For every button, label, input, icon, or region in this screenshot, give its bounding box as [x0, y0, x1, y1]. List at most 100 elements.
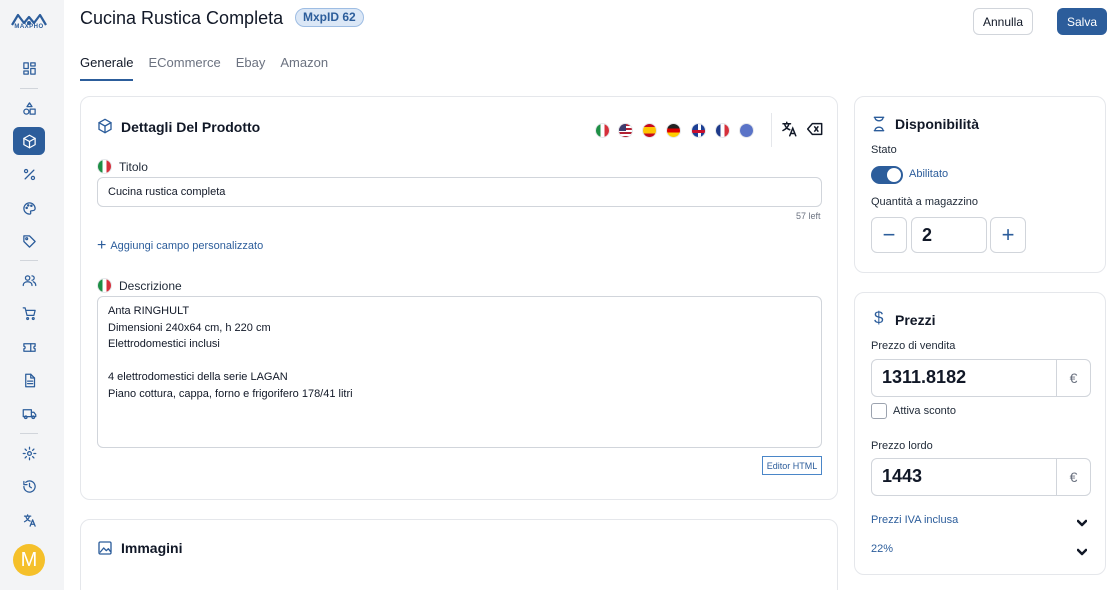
images-card: Immagini — [80, 519, 838, 590]
plus-icon: + — [97, 237, 107, 254]
shapes-icon — [22, 101, 36, 115]
sidebar-item-coupons[interactable] — [13, 333, 45, 361]
sidebar-item-customers[interactable] — [13, 266, 45, 294]
availability-title: Disponibilità — [895, 116, 979, 132]
plus-icon: + — [1001, 222, 1015, 247]
flag-de-icon[interactable] — [666, 123, 681, 138]
sidebar-item-orders[interactable] — [13, 299, 45, 327]
description-textarea[interactable]: Anta RINGHULT Dimensioni 240x64 cm, h 22… — [97, 296, 822, 448]
id-badge: MxpID 62 — [295, 8, 364, 27]
details-title: Dettagli Del Prodotto — [121, 119, 261, 135]
qty-increment-button[interactable]: + — [990, 217, 1026, 253]
user-avatar[interactable]: M — [13, 544, 45, 576]
tab-amazon[interactable]: Amazon — [280, 55, 328, 81]
logo-text: MAXPHO — [14, 24, 44, 30]
flag-it-icon[interactable] — [595, 123, 610, 138]
gross-price-label: Prezzo lordo — [871, 440, 933, 452]
description-label: Descrizione — [119, 279, 182, 293]
sidebar-item-categories[interactable] — [13, 94, 45, 122]
sidebar: MAXPHO M — [0, 0, 64, 590]
sidebar-divider — [20, 260, 38, 261]
discount-label: Attiva sconto — [893, 405, 956, 417]
flag-gb-icon[interactable] — [691, 123, 706, 138]
title-char-counter: 57 left — [796, 211, 821, 221]
state-value: Abilitato — [909, 168, 949, 180]
palette-icon — [22, 201, 36, 215]
editor-html-button[interactable]: Editor HTML — [762, 456, 822, 475]
sidebar-item-tags[interactable] — [13, 227, 45, 255]
tab-generale[interactable]: Generale — [80, 55, 134, 81]
images-title: Immagini — [121, 540, 183, 556]
gross-price-value: 1443 — [882, 466, 923, 486]
save-button[interactable]: Salva — [1057, 8, 1107, 35]
sale-price-label: Prezzo di vendita — [871, 340, 956, 352]
flag-us-icon[interactable] — [618, 123, 633, 138]
availability-card: Disponibilità Stato Abilitato Quantità a… — [854, 96, 1106, 273]
title-input[interactable]: Cucina rustica completa — [97, 177, 822, 207]
add-custom-field-link[interactable]: + Aggiungi campo personalizzato — [97, 237, 264, 254]
package-icon — [22, 134, 36, 148]
qty-input[interactable]: 2 — [911, 217, 987, 253]
flag-fr-icon[interactable] — [715, 123, 730, 138]
discount-checkbox[interactable] — [871, 403, 887, 419]
toolbar-divider — [771, 113, 772, 147]
sidebar-item-products[interactable] — [13, 127, 45, 155]
sidebar-divider — [20, 88, 38, 89]
prices-card: $ Prezzi Prezzo di vendita 1311.8182 € A… — [854, 292, 1106, 575]
tab-ecommerce[interactable]: ECommerce — [148, 55, 220, 81]
sale-price-input[interactable]: 1311.8182 € — [871, 359, 1091, 397]
cancel-button[interactable]: Annulla — [973, 8, 1033, 35]
package-icon — [97, 118, 113, 139]
flag-it-icon — [97, 159, 112, 174]
settings-icon — [22, 446, 36, 460]
translate-icon[interactable] — [779, 120, 799, 143]
maxpho-logo[interactable] — [8, 8, 50, 34]
document-icon — [24, 373, 35, 387]
history-icon — [22, 479, 36, 493]
chevron-down-icon[interactable] — [1076, 515, 1088, 527]
sidebar-item-documents[interactable] — [13, 366, 45, 394]
truck-icon — [22, 408, 36, 419]
sidebar-item-themes[interactable] — [13, 194, 45, 222]
minus-icon: − — [882, 222, 896, 247]
percent-icon — [23, 168, 35, 180]
sidebar-item-translations[interactable] — [13, 506, 45, 534]
image-icon — [97, 540, 113, 561]
state-toggle[interactable] — [871, 166, 903, 184]
dollar-icon: $ — [874, 308, 884, 327]
vat-mode-select[interactable]: Prezzi IVA inclusa — [871, 514, 958, 526]
euro-icon: € — [1056, 360, 1090, 396]
cart-icon — [22, 306, 36, 320]
prices-title: Prezzi — [895, 312, 936, 328]
sidebar-item-history[interactable] — [13, 472, 45, 500]
tab-ebay[interactable]: Ebay — [236, 55, 266, 81]
users-icon — [22, 274, 36, 286]
translate-icon — [23, 513, 36, 527]
flag-eu-icon[interactable] — [739, 123, 754, 138]
sidebar-item-shipping[interactable] — [13, 399, 45, 427]
sidebar-divider — [20, 433, 38, 434]
vat-rate-select[interactable]: 22% — [871, 543, 893, 555]
page-title: Cucina Rustica Completa — [80, 8, 284, 28]
flag-es-icon[interactable] — [642, 123, 657, 138]
title-label: Titolo — [119, 160, 148, 174]
product-details-card: Dettagli Del Prodotto Titolo Cucina rust… — [80, 96, 838, 500]
gross-price-input[interactable]: 1443 € — [871, 458, 1091, 496]
tab-bar: Generale ECommerce Ebay Amazon — [80, 55, 328, 81]
add-custom-field-label: Aggiungi campo personalizzato — [110, 240, 264, 252]
sidebar-item-dashboard[interactable] — [13, 54, 45, 82]
state-label: Stato — [871, 144, 897, 156]
sale-price-value: 1311.8182 — [882, 367, 967, 387]
qty-label: Quantità a magazzino — [871, 196, 979, 208]
tag-icon — [22, 234, 36, 248]
app-root: MAXPHO M Cucina Rustica Completa MxpID 6… — [0, 0, 1116, 590]
dashboard-icon — [22, 61, 36, 75]
flag-it-icon — [97, 278, 112, 293]
qty-decrement-button[interactable]: − — [871, 217, 907, 253]
clear-icon[interactable] — [806, 122, 823, 141]
hourglass-icon — [871, 115, 887, 138]
euro-icon: € — [1056, 459, 1090, 495]
sidebar-item-discounts[interactable] — [13, 160, 45, 188]
chevron-down-icon[interactable] — [1076, 544, 1088, 556]
sidebar-item-settings[interactable] — [13, 439, 45, 467]
